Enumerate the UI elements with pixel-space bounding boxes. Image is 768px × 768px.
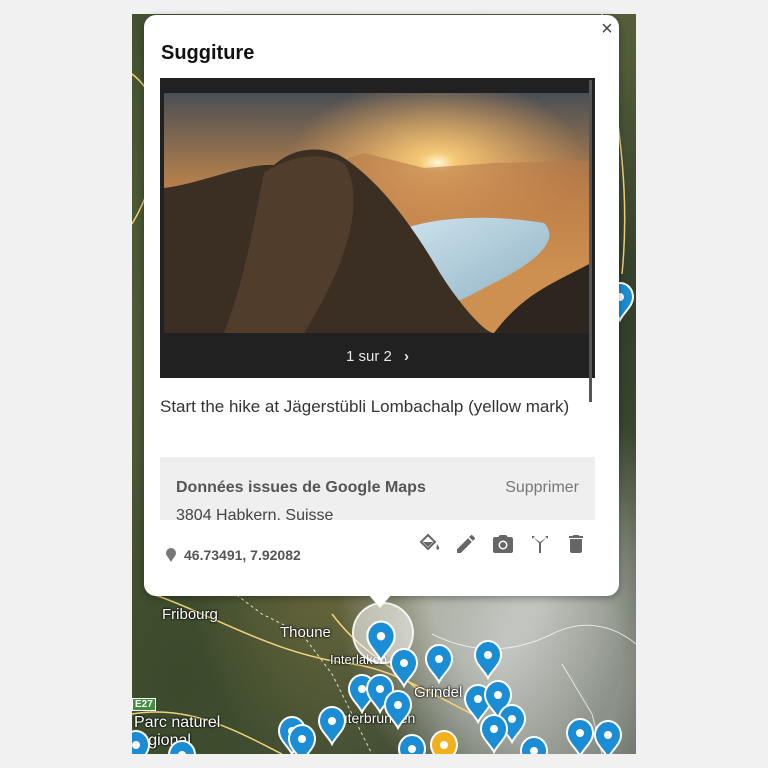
- map-marker-yellow: [429, 729, 459, 754]
- gallery-next-button[interactable]: ›: [404, 348, 409, 365]
- google-maps-title: Données issues de Google Maps: [176, 479, 426, 496]
- paint-bucket-icon[interactable]: [418, 532, 442, 556]
- map-marker: [593, 719, 623, 754]
- google-maps-info: Données issues de Google Maps Supprimer …: [160, 457, 595, 520]
- popup-footer: 46.73491, 7.92082: [144, 520, 619, 580]
- popup-pointer: [368, 594, 392, 608]
- popup-scrollbar[interactable]: [589, 80, 592, 402]
- map-marker: [132, 729, 151, 754]
- map-marker: [366, 620, 396, 663]
- gallery-pager: 1 sur 2 ›: [160, 348, 595, 365]
- map-marker: [168, 739, 196, 754]
- gallery-page-indicator: 1 sur 2: [345, 348, 392, 365]
- map-marker: [473, 639, 503, 681]
- gallery-photo[interactable]: [164, 93, 591, 333]
- place-description: Start the hike at Jägerstübli Lombachalp…: [160, 397, 570, 416]
- map-marker: [519, 735, 549, 754]
- location-pin-icon: [166, 548, 176, 562]
- map-marker: [383, 689, 413, 731]
- map-marker: [317, 705, 347, 747]
- map-marker: [287, 723, 317, 754]
- map-marker: [397, 733, 427, 754]
- map-marker: [479, 713, 509, 754]
- remove-link[interactable]: Supprimer: [505, 479, 579, 497]
- map-marker: [565, 717, 595, 754]
- directions-icon[interactable]: [528, 532, 552, 556]
- photo-gallery[interactable]: 1 sur 2 ›: [160, 78, 595, 378]
- place-address: 3804 Habkern, Suisse: [176, 507, 334, 520]
- pencil-icon[interactable]: [454, 532, 478, 556]
- trash-icon[interactable]: [564, 532, 588, 556]
- place-title: Suggiture: [161, 42, 255, 64]
- coordinates: 46.73491, 7.92082: [184, 547, 301, 563]
- map-marker: [424, 643, 454, 685]
- camera-icon[interactable]: [491, 532, 515, 556]
- close-button[interactable]: ×: [598, 18, 616, 40]
- map-marker: [389, 647, 419, 689]
